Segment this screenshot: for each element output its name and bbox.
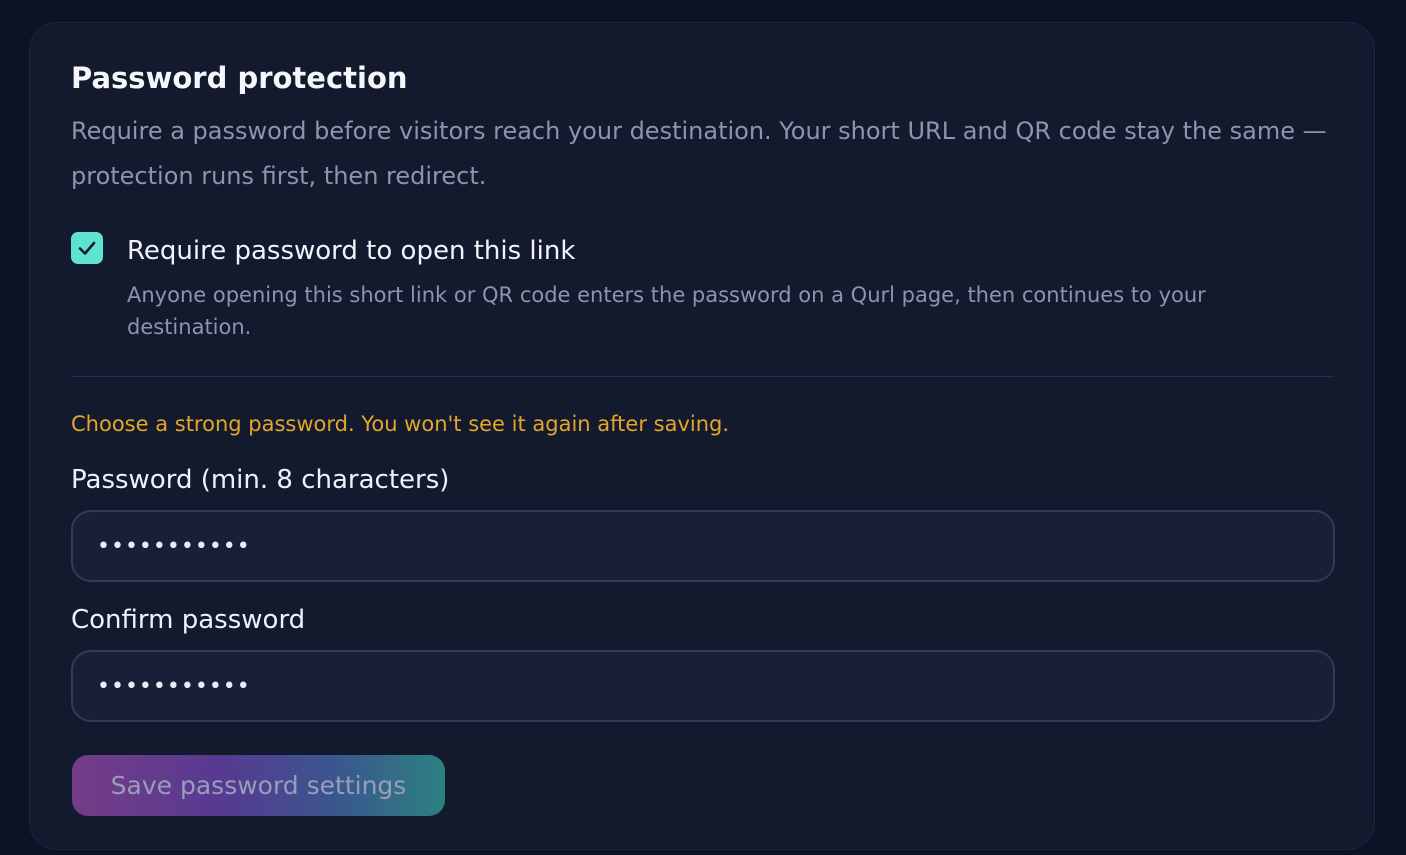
password-label: Password (min. 8 characters): [71, 465, 450, 495]
section-title: Password protection: [71, 61, 408, 95]
require-password-help: Anyone opening this short link or QR cod…: [127, 283, 1206, 339]
require-password-checkbox[interactable]: [71, 232, 103, 264]
require-password-label[interactable]: Require password to open this link: [127, 233, 575, 269]
save-password-button[interactable]: Save password settings: [72, 755, 445, 816]
confirm-password-input[interactable]: [71, 650, 1335, 722]
section-description: Require a password before visitors reach…: [71, 117, 1327, 190]
password-input[interactable]: [71, 510, 1335, 582]
password-warning: Choose a strong password. You won't see …: [71, 412, 730, 436]
divider: [71, 376, 1334, 377]
confirm-password-label: Confirm password: [71, 605, 306, 635]
password-protection-card: Password protection Require a password b…: [29, 22, 1375, 850]
check-icon: [78, 241, 96, 255]
